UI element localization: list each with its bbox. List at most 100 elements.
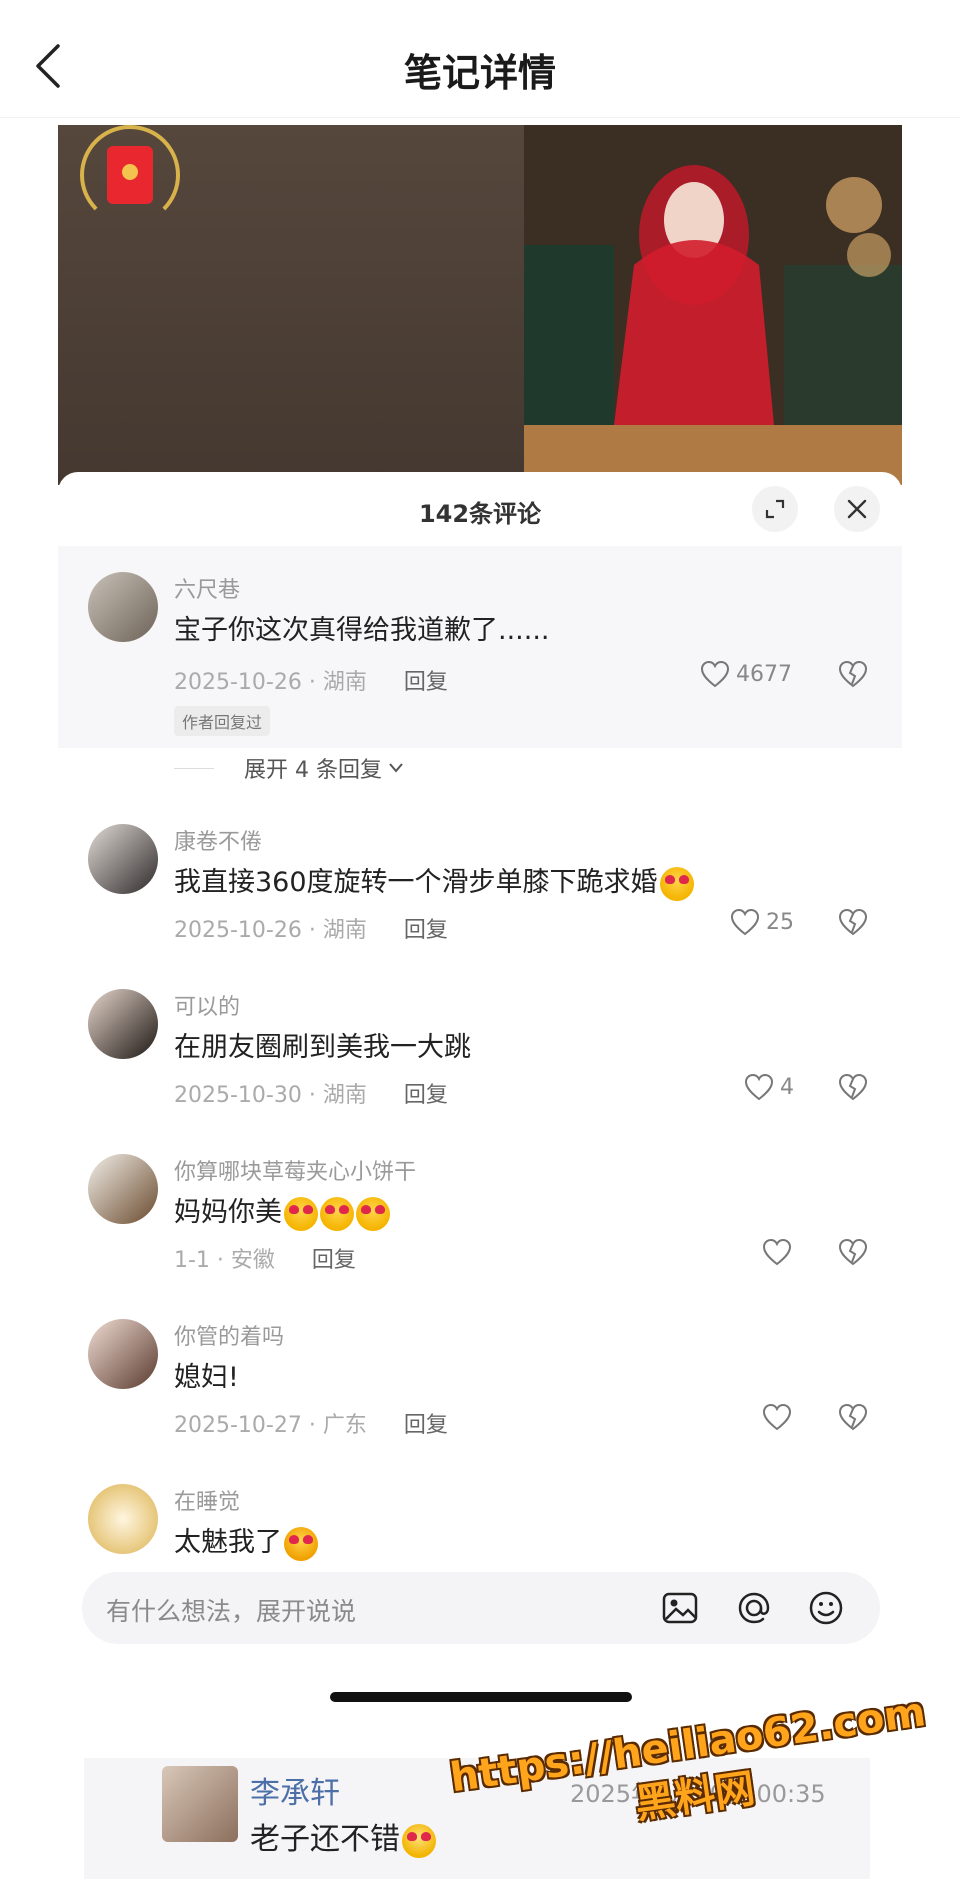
comment-item[interactable]: 在睡觉 太魅我了 bbox=[58, 1460, 902, 1562]
comment-item[interactable]: 康卷不倦 我直接360度旋转一个滑步单膝下跪求婚 2025-10-26 · 湖南… bbox=[58, 800, 902, 965]
chat-message-content: 老子还不错 bbox=[250, 1822, 400, 1857]
divider bbox=[174, 767, 214, 769]
heart-eyes-emoji bbox=[356, 1196, 390, 1231]
broken-heart-icon bbox=[838, 1403, 868, 1431]
red-packet-button[interactable] bbox=[80, 125, 180, 225]
reply-button[interactable]: 回复 bbox=[404, 670, 448, 695]
comment-meta: 2025-10-26 · 湖南 回复 bbox=[174, 664, 448, 696]
close-button[interactable] bbox=[834, 486, 880, 532]
comment-text: 我直接360度旋转一个滑步单膝下跪求婚 bbox=[174, 860, 694, 901]
comment-date-location: 2025-10-26 · 湖南 bbox=[174, 670, 367, 695]
dislike-button[interactable] bbox=[838, 908, 868, 940]
expand-button[interactable] bbox=[752, 486, 798, 532]
home-indicator[interactable] bbox=[330, 1692, 632, 1702]
emoji-icon bbox=[809, 1591, 843, 1625]
reply-button[interactable]: 回复 bbox=[312, 1248, 356, 1273]
heart-eyes-emoji bbox=[659, 866, 694, 901]
comment-date-location: 2025-10-26 · 湖南 bbox=[174, 918, 367, 943]
expand-replies-label: 展开 4 条回复 bbox=[244, 758, 382, 783]
heart-icon bbox=[730, 908, 760, 936]
note-image[interactable] bbox=[58, 125, 902, 485]
comment-item[interactable]: 你管的着吗 媳妇! 2025-10-27 · 广东 回复 bbox=[58, 1295, 902, 1460]
expand-icon bbox=[765, 499, 785, 519]
broken-heart-icon bbox=[838, 660, 868, 688]
heart-eyes-emoji bbox=[284, 1196, 318, 1231]
avatar[interactable] bbox=[88, 989, 158, 1059]
close-icon bbox=[847, 499, 867, 519]
heart-icon bbox=[744, 1073, 774, 1101]
broken-heart-icon bbox=[838, 1238, 868, 1266]
mention-button[interactable] bbox=[732, 1586, 776, 1630]
heart-icon bbox=[762, 1238, 792, 1266]
top-bar: 笔记详情 bbox=[0, 0, 960, 118]
comment-meta: 2025-10-27 · 广东 回复 bbox=[174, 1407, 448, 1439]
like-button[interactable]: 25 bbox=[730, 908, 794, 936]
comment-item[interactable]: 你算哪块草莓夹心小饼干 妈妈你美 1-1 · 安徽 回复 bbox=[58, 1130, 902, 1295]
reply-button[interactable]: 回复 bbox=[404, 1413, 448, 1438]
comment-text: 妈妈你美 bbox=[174, 1190, 390, 1231]
comment-meta: 1-1 · 安徽 回复 bbox=[174, 1242, 356, 1274]
comment-text: 宝子你这次真得给我道歉了...... bbox=[174, 615, 550, 646]
comment-username[interactable]: 在睡觉 bbox=[174, 1484, 240, 1516]
heart-icon bbox=[700, 660, 730, 688]
comment-meta: 2025-10-30 · 湖南 回复 bbox=[174, 1077, 448, 1109]
comment-text-content: 妈妈你美 bbox=[174, 1197, 282, 1228]
like-button[interactable]: 4677 bbox=[700, 660, 792, 688]
image-icon bbox=[662, 1592, 698, 1624]
broken-heart-icon bbox=[838, 908, 868, 936]
comment-username[interactable]: 可以的 bbox=[174, 989, 240, 1021]
emoji-button[interactable] bbox=[804, 1586, 848, 1630]
comment-text-content: 太魅我了 bbox=[174, 1527, 282, 1558]
comment-username[interactable]: 你算哪块草莓夹心小饼干 bbox=[174, 1154, 416, 1186]
comment-sheet-header: 142条评论 bbox=[58, 472, 902, 546]
comment-text: 在朋友圈刷到美我一大跳 bbox=[174, 1032, 471, 1063]
red-packet-icon bbox=[107, 146, 153, 204]
expand-replies-button[interactable]: 展开 4 条回复 bbox=[174, 752, 404, 784]
comment-meta: 2025-10-26 · 湖南 回复 bbox=[174, 912, 448, 944]
comment-item[interactable]: 可以的 在朋友圈刷到美我一大跳 2025-10-30 · 湖南 回复 4 bbox=[58, 965, 902, 1130]
dislike-button[interactable] bbox=[838, 1238, 868, 1270]
comment-username[interactable]: 六尺巷 bbox=[174, 572, 240, 604]
avatar[interactable] bbox=[88, 824, 158, 894]
like-button[interactable] bbox=[762, 1403, 792, 1431]
comment-sheet: 142条评论 六尺巷 宝子你这次真得给我道歉了...... 2025-10-26… bbox=[58, 472, 902, 1562]
avatar[interactable] bbox=[88, 572, 158, 642]
comment-date-location: 2025-10-27 · 广东 bbox=[174, 1413, 367, 1438]
grimace-emoji bbox=[284, 1526, 318, 1561]
photo-illustration bbox=[524, 125, 902, 485]
chat-message-text: 老子还不错 bbox=[250, 1814, 436, 1858]
reply-button[interactable]: 回复 bbox=[404, 918, 448, 943]
chevron-down-icon bbox=[389, 763, 403, 773]
image-button[interactable] bbox=[658, 1586, 702, 1630]
avatar[interactable] bbox=[88, 1319, 158, 1389]
comment-username[interactable]: 你管的着吗 bbox=[174, 1319, 284, 1351]
heart-eyes-emoji bbox=[320, 1196, 354, 1231]
comment-text-content: 我直接360度旋转一个滑步单膝下跪求婚 bbox=[174, 867, 658, 898]
dislike-button[interactable] bbox=[838, 660, 868, 692]
page-title: 笔记详情 bbox=[403, 51, 556, 95]
comment-input[interactable]: 有什么想法，展开说说 bbox=[106, 1592, 356, 1628]
comment-date-location: 1-1 · 安徽 bbox=[174, 1248, 275, 1273]
like-count: 4677 bbox=[736, 661, 792, 687]
avatar bbox=[162, 1766, 238, 1842]
chat-sender-name: 李承轩 bbox=[250, 1776, 340, 1811]
like-button[interactable]: 4 bbox=[744, 1073, 794, 1101]
broken-heart-icon bbox=[838, 1073, 868, 1101]
comment-username[interactable]: 康卷不倦 bbox=[174, 824, 262, 856]
comment-text: 媳妇! bbox=[174, 1362, 239, 1393]
dislike-button[interactable] bbox=[838, 1073, 868, 1105]
note-photo bbox=[524, 125, 902, 485]
comment-input-bar[interactable]: 有什么想法，展开说说 bbox=[82, 1572, 880, 1644]
heart-icon bbox=[762, 1403, 792, 1431]
at-icon bbox=[738, 1592, 770, 1624]
like-count: 25 bbox=[766, 909, 794, 935]
author-replied-tag: 作者回复过 bbox=[174, 706, 271, 736]
dislike-button[interactable] bbox=[838, 1403, 868, 1435]
avatar[interactable] bbox=[88, 1154, 158, 1224]
comment-item[interactable]: 六尺巷 宝子你这次真得给我道歉了...... 2025-10-26 · 湖南 回… bbox=[58, 546, 902, 748]
reply-button[interactable]: 回复 bbox=[404, 1083, 448, 1108]
avatar[interactable] bbox=[88, 1484, 158, 1554]
like-count: 4 bbox=[780, 1074, 794, 1100]
grin-emoji bbox=[402, 1823, 436, 1858]
like-button[interactable] bbox=[762, 1238, 792, 1266]
